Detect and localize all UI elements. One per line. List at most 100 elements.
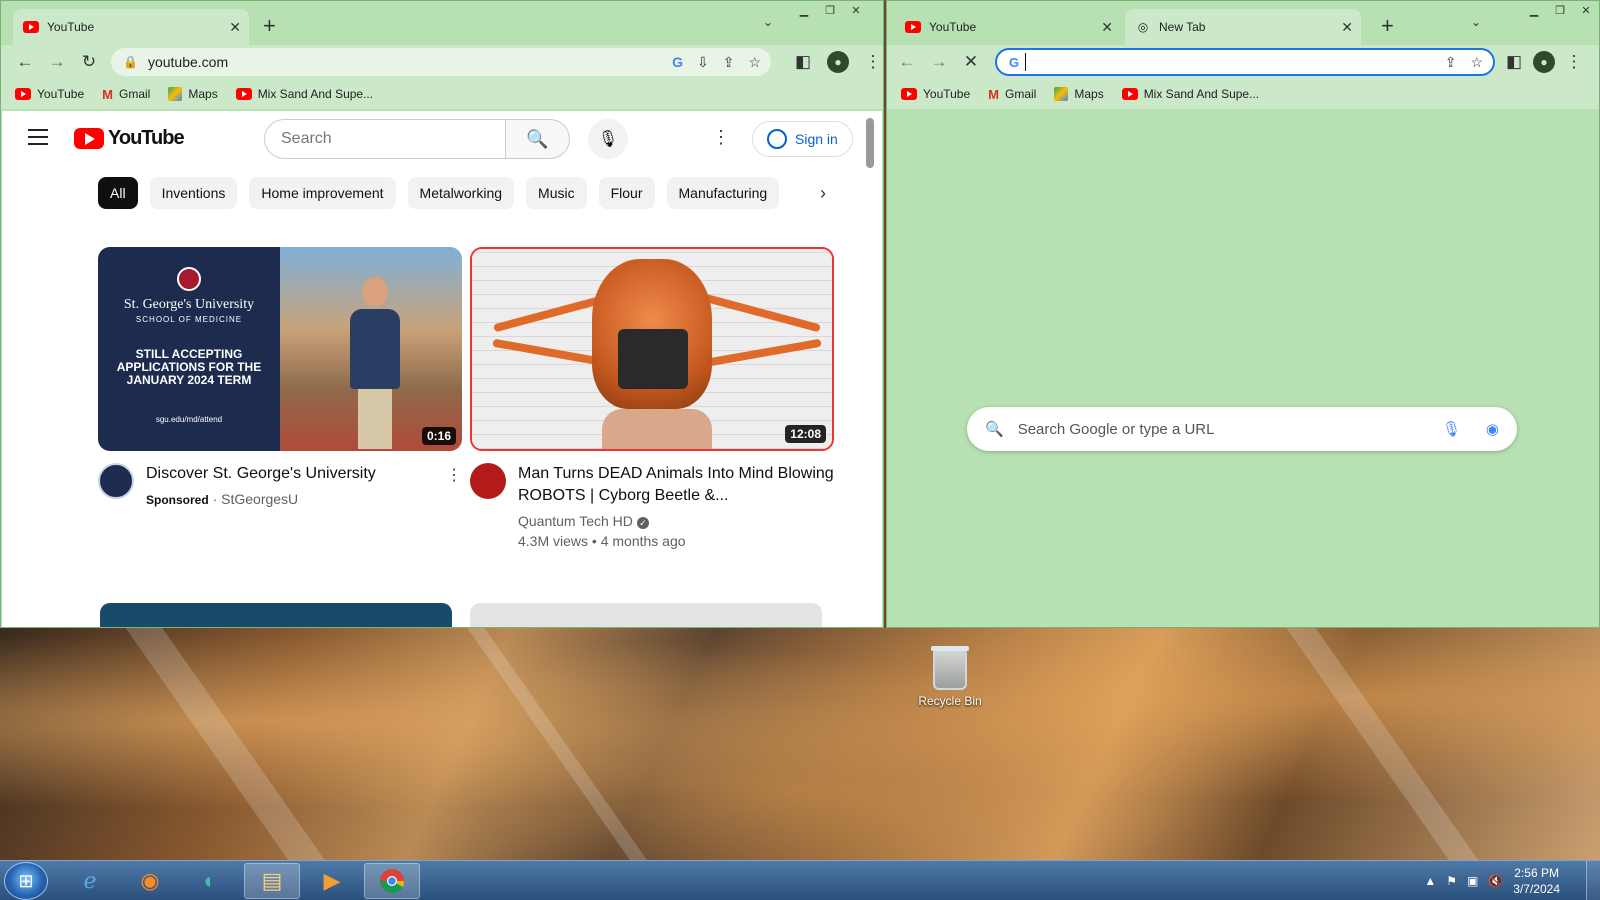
recycle-bin-icon: [931, 646, 969, 690]
bookmark-youtube[interactable]: YouTube: [15, 87, 84, 101]
next-row-thumbnail[interactable]: [470, 603, 822, 627]
recycle-bin[interactable]: Recycle Bin: [910, 646, 990, 708]
tab-new-tab[interactable]: ◎ New Tab ✕: [1125, 9, 1361, 45]
menu-hamburger-icon[interactable]: [28, 129, 48, 145]
video-thumbnail[interactable]: 12:08: [470, 247, 834, 451]
page-scrollbar[interactable]: [866, 118, 874, 168]
internet-explorer-icon[interactable]: ℯ: [62, 863, 118, 899]
close-window-icon[interactable]: ✕: [843, 1, 869, 19]
youtube-favicon-icon: [23, 19, 39, 35]
settings-kebab-icon[interactable]: ⋮: [712, 127, 730, 148]
video-card[interactable]: St. George's University SCHOOL OF MEDICI…: [98, 247, 462, 510]
bookmark-label: Mix Sand And Supe...: [1143, 87, 1260, 101]
chip-home-improvement[interactable]: Home improvement: [249, 177, 396, 209]
tab-search-chevron-icon[interactable]: ⌄: [1471, 15, 1481, 29]
bookmark-maps[interactable]: Maps: [1054, 87, 1104, 101]
chrome-icon[interactable]: [364, 863, 420, 899]
side-panel-icon[interactable]: ◧: [1503, 46, 1525, 78]
tab-search-chevron-icon[interactable]: ⌄: [763, 15, 773, 29]
thumbnail-url: sgu.edu/md/attend: [155, 415, 223, 424]
youtube-logo[interactable]: YouTube: [74, 127, 185, 150]
search-icon: 🔍: [526, 128, 549, 149]
search-button[interactable]: 🔍: [506, 119, 570, 159]
bookmark-star-icon[interactable]: ☆: [1470, 54, 1483, 71]
install-icon[interactable]: ⇩: [697, 54, 709, 71]
chip-metalworking[interactable]: Metalworking: [407, 177, 515, 209]
chip-music[interactable]: Music: [526, 177, 587, 209]
toolbar-right: ◧ ● ⋮: [1503, 46, 1585, 78]
video-options-kebab-icon[interactable]: ⋮: [446, 465, 462, 485]
reload-icon[interactable]: ↻: [73, 46, 105, 78]
chip-manufacturing[interactable]: Manufacturing: [666, 177, 780, 209]
side-panel-icon[interactable]: ◧: [787, 46, 819, 78]
firefox-icon[interactable]: ◉: [122, 863, 178, 899]
video-title[interactable]: Man Turns DEAD Animals Into Mind Blowing…: [518, 463, 834, 507]
forward-icon[interactable]: →: [923, 46, 955, 78]
forward-icon[interactable]: →: [41, 46, 73, 78]
restore-icon[interactable]: ❐: [1547, 1, 1573, 19]
chevron-right-icon[interactable]: ›: [820, 183, 826, 204]
bookmark-mix-sand[interactable]: Mix Sand And Supe...: [1121, 87, 1260, 101]
bookmark-star-icon[interactable]: ☆: [748, 54, 761, 71]
tab-youtube[interactable]: YouTube ✕: [13, 9, 249, 45]
new-tab-button[interactable]: +: [263, 13, 276, 39]
restore-icon[interactable]: ❐: [817, 1, 843, 19]
show-desktop-button[interactable]: [1586, 861, 1600, 900]
file-explorer-icon[interactable]: ▤: [244, 863, 300, 899]
channel-avatar[interactable]: [98, 463, 134, 499]
close-window-icon[interactable]: ✕: [1573, 1, 1599, 19]
back-icon[interactable]: ←: [9, 46, 41, 78]
back-icon[interactable]: ←: [891, 46, 923, 78]
next-row-thumbnail[interactable]: [100, 603, 452, 627]
address-bar[interactable]: G ⇪ ☆: [995, 48, 1495, 76]
google-lens-icon[interactable]: ◉: [1486, 420, 1499, 438]
channel-avatar[interactable]: [470, 463, 506, 499]
chip-all[interactable]: All: [98, 177, 138, 209]
action-center-flag-icon[interactable]: ⚑: [1446, 874, 1457, 888]
address-bar[interactable]: 🔒 youtube.com G ⇩ ⇪ ☆: [111, 48, 771, 76]
show-hidden-icons-icon[interactable]: ▲: [1424, 874, 1436, 888]
gmail-icon: M: [988, 86, 999, 102]
tab-youtube[interactable]: YouTube ✕: [895, 9, 1121, 45]
sign-in-button[interactable]: Sign in: [752, 121, 853, 157]
voice-search-button[interactable]: 🎙: [588, 119, 628, 159]
voice-search-icon[interactable]: 🎙: [1442, 420, 1461, 438]
volume-muted-icon[interactable]: 🔇: [1488, 874, 1503, 888]
network-icon[interactable]: ▣: [1467, 874, 1478, 888]
profile-avatar-icon[interactable]: ●: [827, 51, 849, 73]
start-icon[interactable]: ⊞: [4, 862, 48, 900]
share-icon[interactable]: ⇪: [1445, 54, 1457, 71]
stop-loading-icon[interactable]: ✕: [955, 46, 987, 78]
close-tab-icon[interactable]: ✕: [229, 19, 241, 36]
clock[interactable]: 2:56 PM 3/7/2024: [1513, 865, 1560, 897]
chrome-menu-icon[interactable]: ⋮: [857, 46, 889, 78]
media-player-icon[interactable]: ▶: [304, 863, 360, 899]
video-title[interactable]: Discover St. George's University: [146, 463, 462, 485]
youtube-search-input[interactable]: Search: [264, 119, 506, 159]
profile-avatar-icon[interactable]: ●: [1533, 51, 1555, 73]
ntp-search-box[interactable]: 🔍 Search Google or type a URL 🎙 ◉: [967, 407, 1517, 451]
minimize-icon[interactable]: ▁: [791, 1, 817, 19]
close-tab-icon[interactable]: ✕: [1341, 19, 1353, 36]
video-card[interactable]: 12:08 Man Turns DEAD Animals Into Mind B…: [470, 247, 834, 551]
bookmark-gmail[interactable]: M Gmail: [102, 87, 150, 102]
share-icon[interactable]: ⇪: [723, 54, 735, 71]
close-tab-icon[interactable]: ✕: [1101, 19, 1113, 36]
bookmark-maps[interactable]: Maps: [168, 87, 218, 101]
bookmark-youtube[interactable]: YouTube: [901, 87, 970, 101]
address-bar-actions: G ⇩ ⇪ ☆: [672, 54, 761, 71]
chrome-menu-icon[interactable]: ⋮: [1563, 46, 1585, 78]
chip-inventions[interactable]: Inventions: [149, 177, 238, 209]
google-g-icon: G: [1009, 54, 1020, 70]
address-text: youtube.com: [147, 54, 229, 70]
chip-flour[interactable]: Flour: [598, 177, 655, 209]
google-lens-icon[interactable]: G: [672, 54, 683, 71]
new-tab-button[interactable]: +: [1381, 13, 1394, 39]
channel-name[interactable]: StGeorgesU: [221, 491, 298, 507]
bookmark-gmail[interactable]: M Gmail: [988, 87, 1036, 102]
minimize-icon[interactable]: ▁: [1521, 1, 1547, 19]
edge-icon[interactable]: ◐: [182, 863, 238, 899]
bookmark-mix-sand[interactable]: Mix Sand And Supe...: [235, 87, 373, 101]
video-thumbnail[interactable]: St. George's University SCHOOL OF MEDICI…: [98, 247, 462, 451]
channel-name[interactable]: Quantum Tech HD: [518, 513, 633, 529]
